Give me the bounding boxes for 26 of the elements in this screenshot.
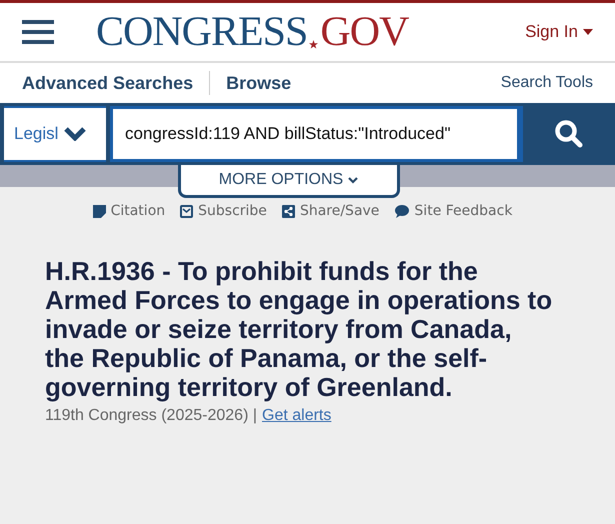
feedback-link[interactable]: Site Feedback [394, 203, 512, 219]
caret-icon [583, 29, 593, 35]
nav-link[interactable]: Browse [226, 72, 292, 94]
nav-link[interactable]: Advanced Searches [22, 72, 194, 94]
chevron-icon [64, 127, 86, 141]
menu-icon[interactable] [22, 20, 54, 44]
more-options-button[interactable]: MORE OPTIONS [178, 165, 400, 198]
chevron-icon [348, 176, 358, 184]
scope-dropdown[interactable]: Legisl [4, 106, 106, 162]
share-icon [282, 204, 295, 218]
bill-title: H.R.1936 - To prohibit funds for the Armed Forces to engage in operations to invade or seize territory from Canada, the Republic of Panama, or the self-governing territory of Greenland. [45, 257, 554, 402]
get-alerts-link[interactable]: Get alerts [262, 407, 332, 425]
logo-text: GOV [320, 11, 408, 53]
congress-label: 119th Congress (2025-2026) | [45, 407, 257, 425]
search-field[interactable]: congressId:119 AND billStatus:"Introduced" [110, 106, 523, 162]
citation-link[interactable]: Citation [92, 203, 166, 219]
search-tools-link[interactable]: Search Tools [500, 74, 593, 92]
search-icon [554, 119, 584, 149]
star-icon [309, 40, 318, 49]
sign-in-link[interactable]: Sign In [525, 22, 593, 42]
note-icon [92, 204, 106, 218]
subscribe-link[interactable]: Subscribe [180, 203, 267, 219]
speech-bubble-icon [394, 204, 410, 218]
logo-text: CONGRESS [96, 11, 308, 53]
envelope-icon [180, 204, 194, 218]
share-link[interactable]: Share/Save [282, 203, 380, 219]
